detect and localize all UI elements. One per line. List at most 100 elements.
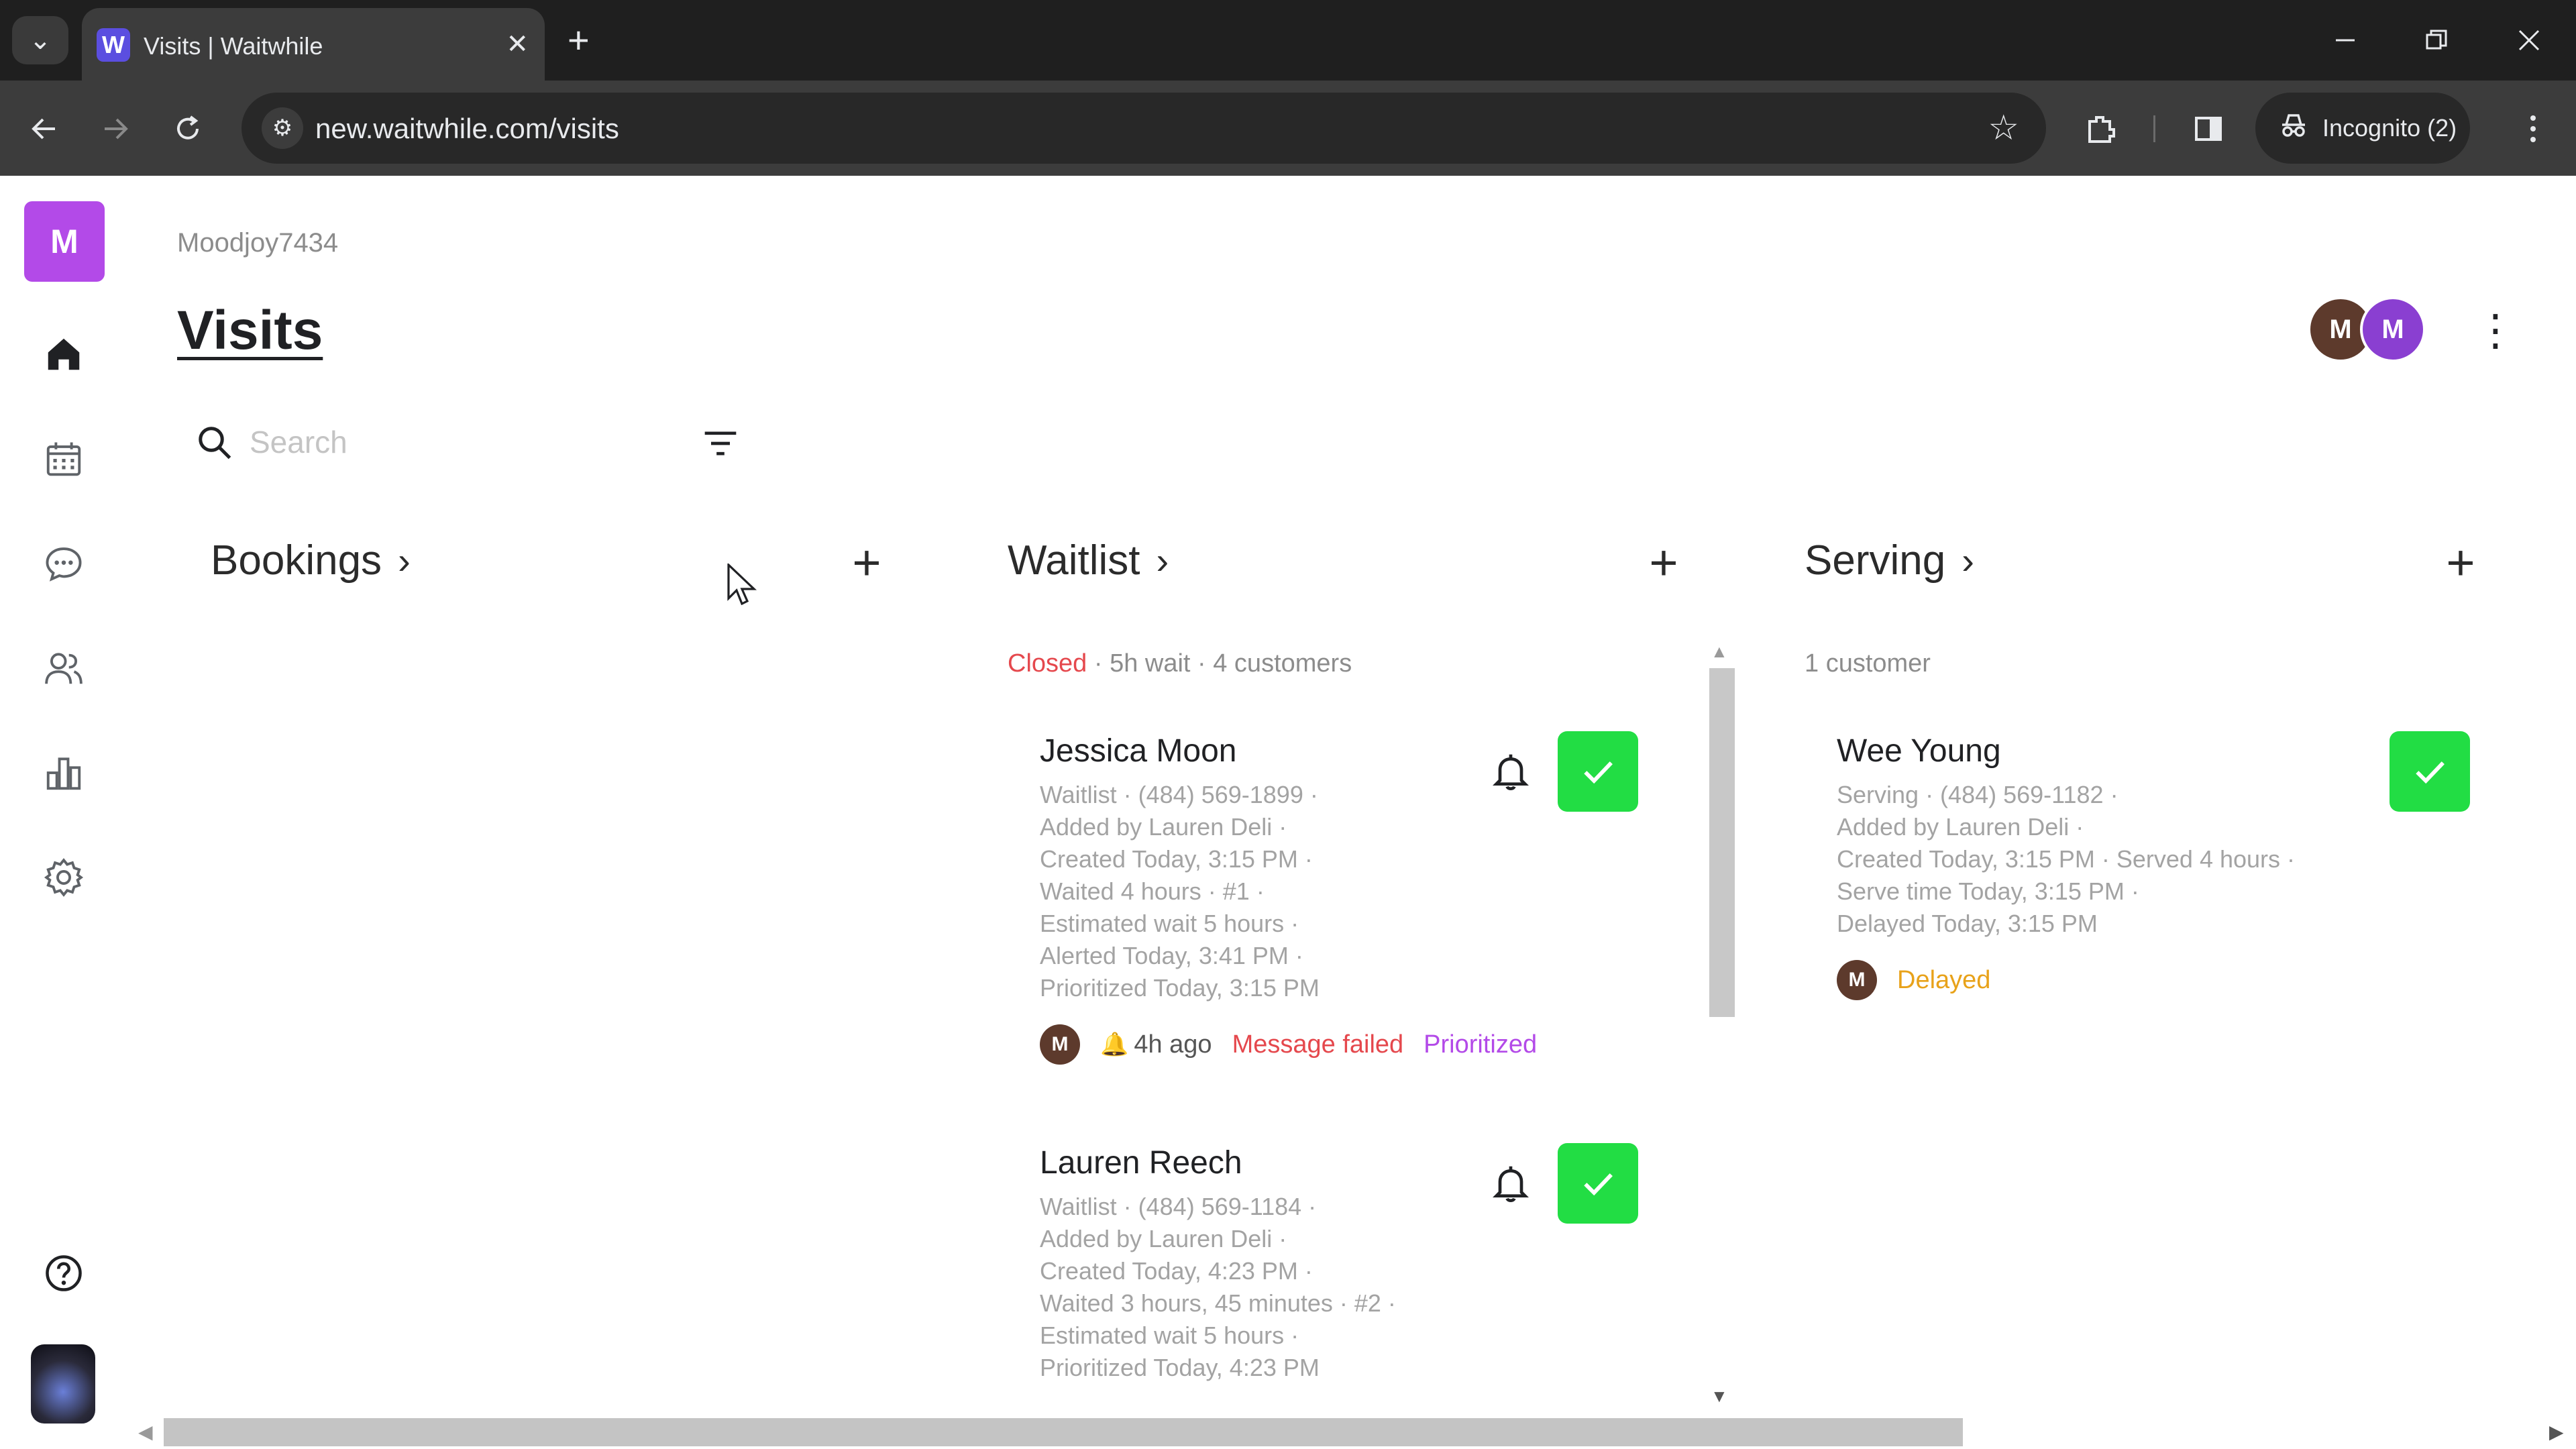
- sidebar-item-calendar[interactable]: [37, 432, 91, 486]
- search-bar: [195, 416, 745, 470]
- serving-title: Serving: [1805, 537, 1946, 584]
- bookings-title: Bookings: [211, 537, 382, 584]
- visit-detail: Delayed Today, 3:15 PM: [1837, 910, 2098, 937]
- workspace-logo[interactable]: M: [24, 201, 105, 282]
- browser-menu-icon[interactable]: [2509, 105, 2557, 153]
- visit-detail: Created Today, 3:15 PM · Served 4 hours …: [1837, 845, 2296, 873]
- prioritized-tag: Prioritized: [1424, 1030, 1538, 1059]
- bookmark-star-icon[interactable]: ☆: [1988, 109, 2019, 148]
- scroll-up-arrow-icon[interactable]: ▲: [1711, 641, 1728, 662]
- user-profile-avatar[interactable]: [31, 1344, 95, 1424]
- browser-tab[interactable]: W Visits | Waitwhile ✕: [82, 8, 545, 80]
- visit-detail: Added by Lauren Deli ·: [1837, 813, 2084, 841]
- scroll-left-arrow-icon[interactable]: ◀: [138, 1421, 153, 1443]
- visit-card-footer: M 🔔 4h ago Message failed Prioritized: [1040, 1024, 1644, 1065]
- visit-card[interactable]: Lauren Reech Waitlist · (484) 569-1184 ·…: [1040, 1144, 1644, 1384]
- delayed-tag: Delayed: [1897, 965, 1991, 994]
- sidebar-item-customers[interactable]: [37, 641, 91, 695]
- close-tab-icon[interactable]: ✕: [506, 28, 529, 60]
- horizontal-scrollbar-thumb[interactable]: [164, 1418, 1963, 1446]
- visit-card[interactable]: Jessica Moon Waitlist · (484) 569-1899 ·…: [1040, 733, 1644, 1065]
- add-booking-button[interactable]: +: [843, 538, 891, 589]
- waitlist-scrollbar-thumb[interactable]: [1709, 668, 1735, 1017]
- serve-button[interactable]: [1558, 1143, 1638, 1224]
- chevron-right-icon: ›: [398, 539, 411, 582]
- restore-icon[interactable]: [2410, 16, 2463, 64]
- tab-search-button[interactable]: ⌄: [12, 16, 68, 64]
- visit-detail: Estimated wait 5 hours ·: [1040, 910, 1299, 937]
- reload-icon[interactable]: [164, 105, 212, 153]
- settings-icon: [44, 858, 84, 897]
- page-title[interactable]: Visits: [177, 299, 323, 362]
- incognito-indicator[interactable]: Incognito (2): [2255, 93, 2470, 164]
- search-input[interactable]: [250, 419, 652, 466]
- serving-summary: 1 customer: [1805, 649, 1931, 678]
- toolbar-divider: [2153, 115, 2155, 142]
- chevron-right-icon: ›: [1156, 539, 1169, 582]
- waitlist-column-header[interactable]: Waitlist ›: [1008, 537, 1169, 584]
- bookings-column-header[interactable]: Bookings ›: [211, 537, 411, 584]
- visit-detail: Prioritized Today, 3:15 PM: [1040, 974, 1320, 1002]
- visit-detail: Waitlist · (484) 569-1184 ·: [1040, 1193, 1317, 1220]
- avatar[interactable]: M: [2360, 297, 2426, 362]
- extensions-icon[interactable]: [2077, 105, 2125, 153]
- serving-column-header[interactable]: Serving ›: [1805, 537, 1974, 584]
- waitlist-title: Waitlist: [1008, 537, 1140, 584]
- alert-time-text: 4h ago: [1134, 1030, 1212, 1059]
- favicon-icon: W: [97, 28, 130, 62]
- tab-title: Visits | Waitwhile: [144, 32, 323, 60]
- message-failed-tag: Message failed: [1232, 1030, 1404, 1059]
- home-icon: [48, 338, 80, 370]
- site-info-icon[interactable]: ⚙: [262, 107, 303, 149]
- sidebar-item-messages[interactable]: [37, 537, 91, 590]
- mouse-pointer-icon: [727, 564, 757, 605]
- users-icon: [45, 653, 83, 684]
- visit-detail: Alerted Today, 3:41 PM ·: [1040, 942, 1303, 969]
- alert-time: 🔔 4h ago: [1100, 1030, 1212, 1059]
- chevron-right-icon: ›: [1962, 539, 1974, 582]
- close-window-icon[interactable]: [2502, 16, 2556, 64]
- sidebar-item-analytics[interactable]: [37, 746, 91, 800]
- add-waitlist-button[interactable]: +: [1640, 538, 1688, 589]
- waitlist-summary: Closed · 5h wait · 4 customers: [1008, 649, 1352, 678]
- chat-icon: [46, 547, 82, 582]
- visit-detail: Added by Lauren Deli ·: [1040, 1225, 1287, 1252]
- minimize-icon[interactable]: [2318, 16, 2372, 64]
- help-icon: [46, 1255, 82, 1291]
- new-tab-button[interactable]: +: [568, 21, 590, 59]
- waitlist-stats: · 5h wait · 4 customers: [1087, 649, 1352, 678]
- visit-detail: Serving · (484) 569-1182 ·: [1837, 781, 2118, 808]
- staff-avatars[interactable]: M M: [2308, 297, 2428, 362]
- customer-name: Wee Young: [1837, 733, 2001, 769]
- back-icon[interactable]: [20, 105, 68, 153]
- notify-button[interactable]: [1484, 1157, 1538, 1210]
- scroll-down-arrow-icon[interactable]: ▼: [1711, 1386, 1728, 1407]
- avatar: M: [1040, 1024, 1080, 1065]
- filter-icon[interactable]: [702, 427, 739, 460]
- visit-detail: Waited 4 hours · #1 ·: [1040, 877, 1265, 905]
- complete-button[interactable]: [2390, 731, 2470, 812]
- search-icon: [199, 427, 231, 460]
- side-panel-icon[interactable]: [2184, 105, 2233, 153]
- sidebar-item-settings[interactable]: [37, 851, 91, 904]
- workspace-name: Moodjoy7434: [177, 228, 339, 258]
- forward-icon[interactable]: [91, 105, 140, 153]
- address-bar[interactable]: ⚙ new.waitwhile.com/visits ☆: [241, 93, 2046, 164]
- sidebar-item-help[interactable]: [37, 1246, 91, 1300]
- visit-card[interactable]: Wee Young Serving · (484) 569-1182 · Add…: [1837, 733, 2440, 1000]
- incognito-label: Incognito (2): [2322, 114, 2457, 142]
- scroll-right-arrow-icon[interactable]: ▶: [2549, 1421, 2564, 1443]
- notify-button[interactable]: [1484, 745, 1538, 798]
- sidebar-item-home[interactable]: [37, 327, 91, 381]
- visit-detail: Added by Lauren Deli ·: [1040, 813, 1287, 841]
- calendar-icon: [46, 442, 81, 476]
- visit-card-footer: M Delayed: [1837, 960, 2440, 1000]
- visit-detail: Prioritized Today, 4:23 PM: [1040, 1354, 1320, 1381]
- customer-name: Lauren Reech: [1040, 1145, 1242, 1181]
- more-options-icon[interactable]: ⋮: [2474, 303, 2517, 357]
- serve-button[interactable]: [1558, 731, 1638, 812]
- bell-icon: 🔔: [1100, 1032, 1129, 1057]
- visit-detail: Serve time Today, 3:15 PM ·: [1837, 877, 2139, 905]
- add-serving-button[interactable]: +: [2436, 538, 2485, 589]
- visit-detail: Waited 3 hours, 45 minutes · #2 ·: [1040, 1289, 1396, 1317]
